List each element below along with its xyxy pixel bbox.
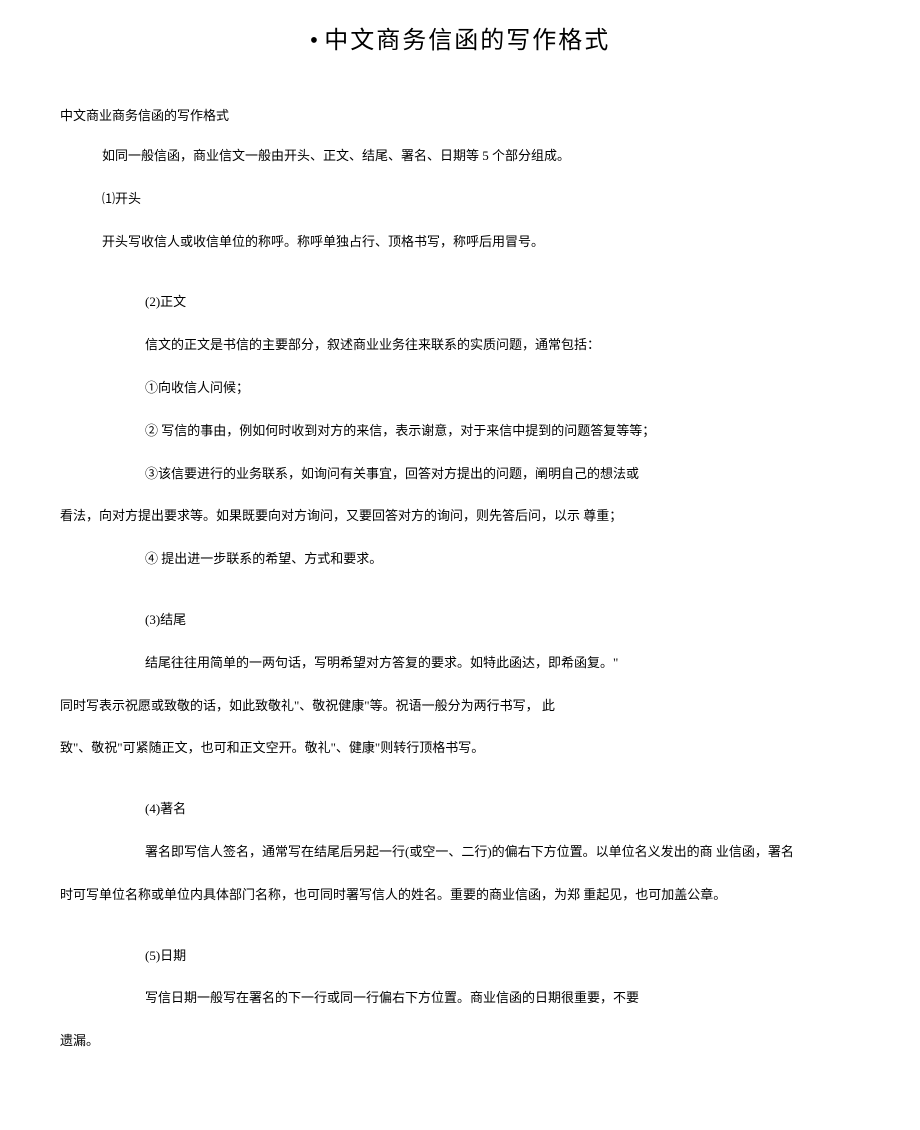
section-2-p5: ④ 提出进一步联系的希望、方式和要求。 — [60, 549, 860, 570]
section-3-heading: (3)结尾 — [60, 610, 860, 631]
subtitle: 中文商业商务信函的写作格式 — [60, 105, 860, 124]
section-2-p4b: 看法，向对方提出要求等。如果既要向对方询问，又要回答对方的询问，则先答后问，以示… — [60, 506, 860, 527]
section-3-p2: 同时写表示祝愿或致敬的话，如此致敬礼"、敬祝健康"等。祝语一般分为两行书写， 此 — [60, 696, 860, 717]
section-4-p2: 时可写单位名称或单位内具体部门名称，也可同时署写信人的姓名。重要的商业信函，为郑… — [60, 885, 860, 906]
section-3-p3: 致"、敬祝"可紧随正文，也可和正文空开。敬礼"、健康"则转行顶格书写。 — [60, 738, 860, 759]
section-1-body: 开头写收信人或收信单位的称呼。称呼单独占行、顶格书写，称呼后用冒号。 — [60, 232, 860, 253]
section-5-heading: (5)日期 — [60, 946, 860, 967]
section-2-heading: (2)正文 — [60, 292, 860, 313]
section-2-p4a: ③该信要进行的业务联系，如询问有关事宜，回答对方提出的问题，阐明自己的想法或 — [60, 464, 860, 485]
section-4-heading: (4)著名 — [60, 799, 860, 820]
section-5-p1: 写信日期一般写在署名的下一行或同一行偏右下方位置。商业信函的日期很重要，不要 — [60, 988, 860, 1009]
section-2-p2: ①向收信人问候； — [60, 378, 860, 399]
section-1-heading: ⑴开头 — [60, 189, 860, 210]
section-4-p1: 署名即写信人签名，通常写在结尾后另起一行(或空一、二行)的偏右下方位置。以单位名… — [60, 842, 860, 863]
section-2-p1: 信文的正文是书信的主要部分，叙述商业业务往来联系的实质问题，通常包括： — [60, 335, 860, 356]
section-5-p2: 遗漏。 — [60, 1031, 860, 1052]
intro-paragraph: 如同一般信函，商业信文一般由开头、正文、结尾、署名、日期等 5 个部分组成。 — [60, 146, 860, 167]
page-title: 中文商务信函的写作格式 — [60, 20, 860, 55]
section-3-p1: 结尾往往用简单的一两句话，写明希望对方答复的要求。如特此函达，即希函复。" — [60, 653, 860, 674]
section-2-p3: ② 写信的事由，例如何时收到对方的来信，表示谢意，对于来信中提到的问题答复等等； — [60, 421, 860, 442]
